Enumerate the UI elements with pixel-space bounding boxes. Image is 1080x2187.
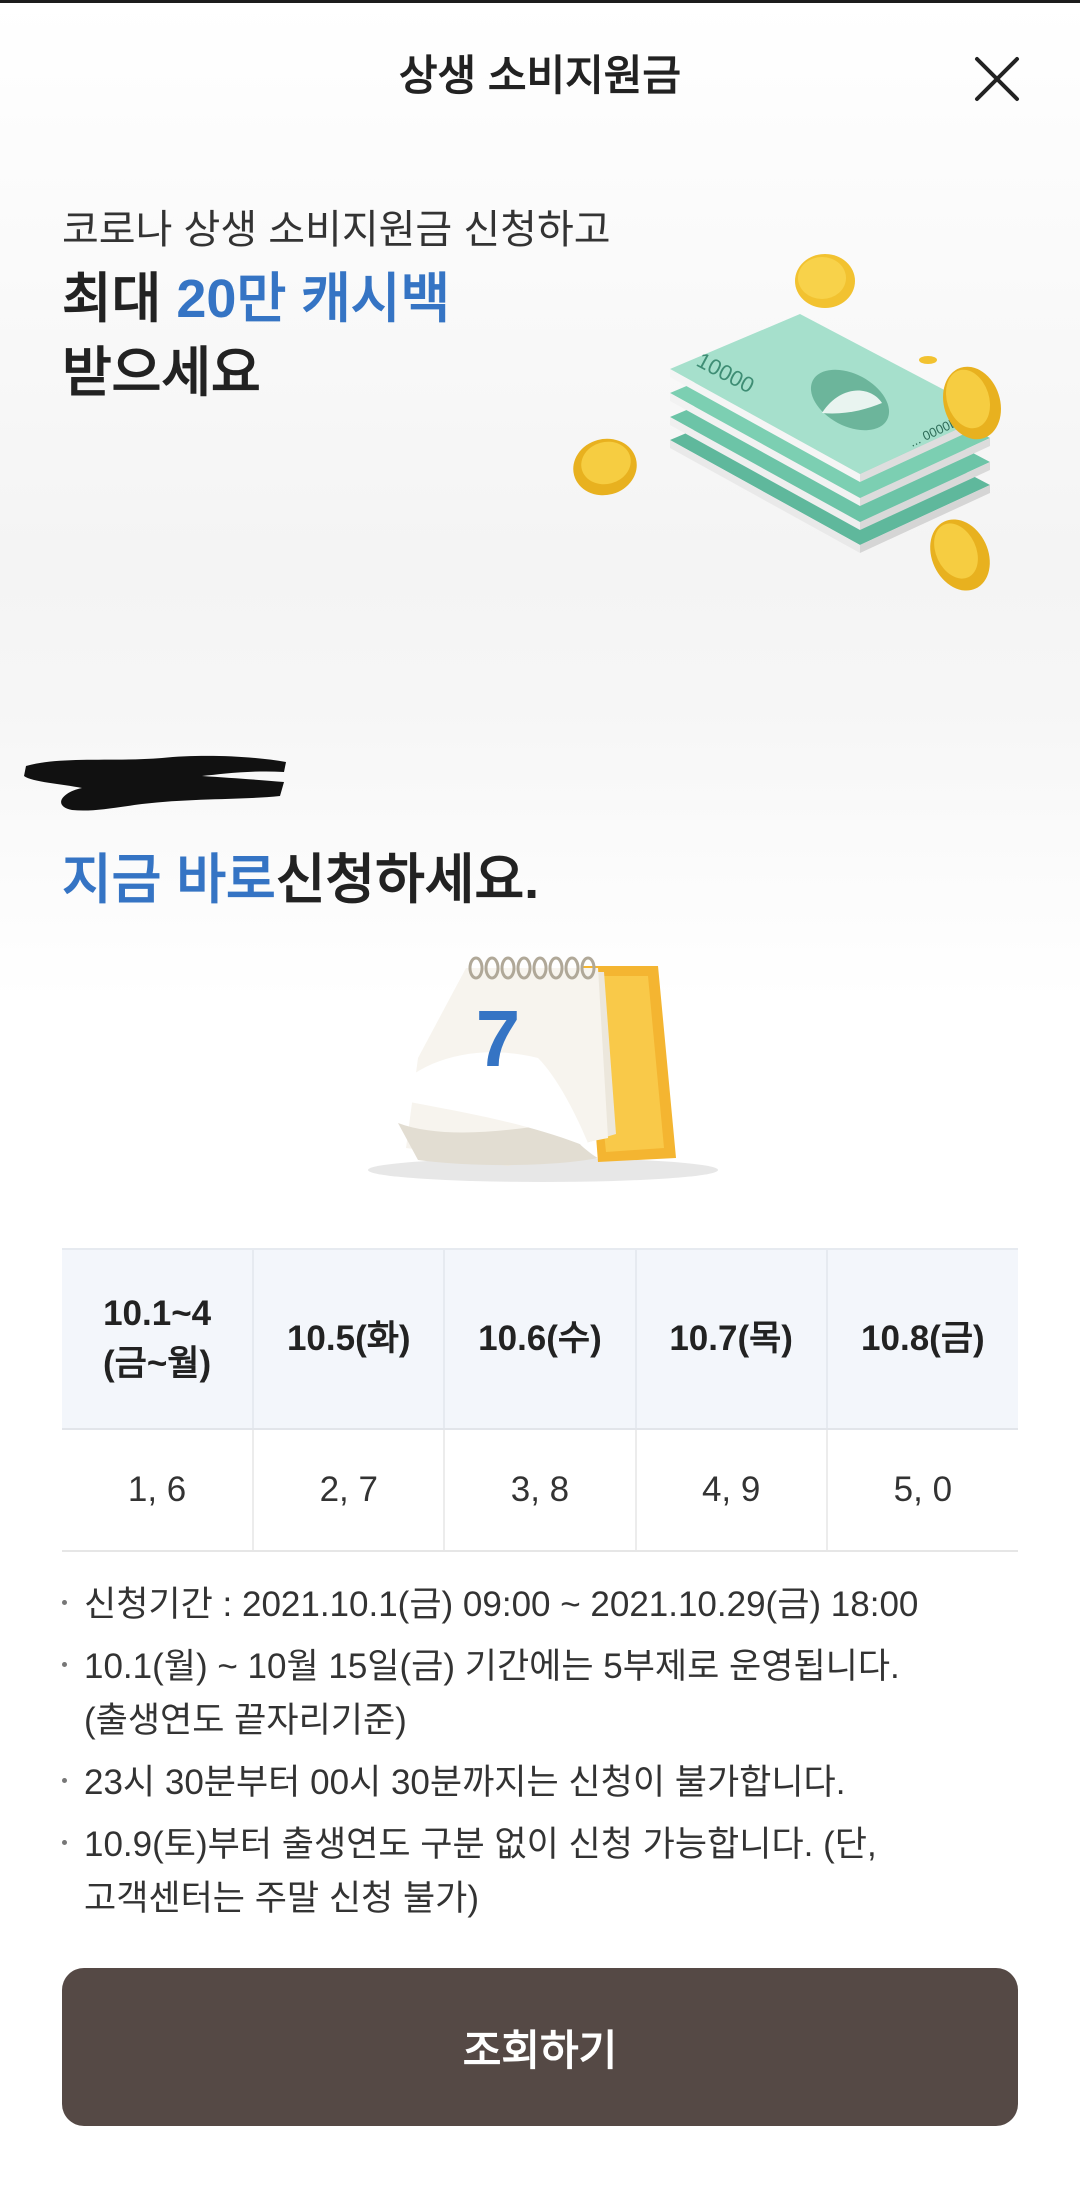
notice-subtext: (출생연도 끝자리기준) — [84, 1701, 407, 1740]
notice-text: 23시 30분부터 00시 30분까지는 신청이 불가합니다. — [84, 1763, 846, 1802]
notice-text: 신청기간 : 2021.10.1(금) 09:00 ~ 2021.10.29(금… — [84, 1585, 919, 1624]
page-title: 상생 소비지원금 — [398, 52, 682, 99]
close-button[interactable] — [968, 50, 1026, 108]
intro-headline-end: 받으세요 — [62, 343, 261, 403]
intro-subtitle: 코로나 상생 소비지원금 신청하고 — [62, 208, 611, 252]
notice-list: 신청기간 : 2021.10.1(금) 09:00 ~ 2021.10.29(금… — [62, 1578, 1032, 1934]
status-divider — [0, 0, 1080, 3]
notice-item: 23시 30분부터 00시 30분까지는 신청이 불가합니다. — [62, 1756, 1032, 1810]
calendar-icon: 7 — [368, 956, 718, 1182]
redacted-text — [24, 755, 286, 811]
notice-item: 10.1(월) ~ 10월 15일(금) 기간에는 5부제로 운영됩니다. (출생… — [62, 1640, 1032, 1748]
birth-year-digits: 3, 8 — [444, 1429, 637, 1552]
schedule-date: 10.6(수) — [478, 1319, 602, 1358]
notice-item: 신청기간 : 2021.10.1(금) 09:00 ~ 2021.10.29(금… — [62, 1578, 1032, 1632]
apply-now-highlight: 지금 바로 — [62, 850, 276, 910]
calendar-day: 7 — [476, 994, 521, 1083]
intro-block: 코로나 상생 소비지원금 신청하고 최대 20만 캐시백 받으세요 — [62, 200, 611, 408]
intro-headline-highlight: 20만 캐시백 — [176, 269, 451, 329]
intro-headline-prefix: 최대 — [62, 269, 177, 329]
page: 상생 소비지원금 코로나 상생 소비지원금 신청하고 최대 20만 캐시백 받으… — [0, 0, 1080, 2187]
birth-year-digits: 5, 0 — [826, 1429, 1018, 1552]
schedule-date: 10.1~4 — [103, 1294, 212, 1333]
notice-item: 10.9(토)부터 출생연도 구분 없이 신청 가능합니다. (단, 고객센터는 … — [62, 1818, 1032, 1926]
schedule-date: 10.5(화) — [286, 1319, 411, 1358]
schedule-header-cell: 10.8(금) — [826, 1248, 1018, 1430]
coin-icon — [795, 254, 855, 308]
notice-text: 10.1(월) ~ 10월 15일(금) 기간에는 5부제로 운영됩니다. — [84, 1647, 900, 1686]
schedule-table: 10.1~4 (금~월) 10.5(화) 10.6(수) 10.7(목) 10.8… — [62, 1248, 1018, 1552]
schedule-date: 10.7(목) — [669, 1319, 793, 1358]
notice-subtext: 고객센터는 주말 신청 불가) — [84, 1879, 480, 1918]
birth-year-digits: 1, 6 — [62, 1429, 255, 1552]
birth-year-digits: 2, 7 — [253, 1429, 446, 1552]
schedule-header-cell: 10.6(수) — [444, 1248, 637, 1430]
birth-year-digits: 4, 9 — [635, 1429, 828, 1552]
schedule-digits-row: 1, 6 2, 7 3, 8 4, 9 5, 0 — [62, 1429, 1018, 1552]
lookup-button[interactable]: 조회하기 — [62, 1968, 1018, 2126]
apply-now-text: 신청하세요. — [275, 850, 540, 910]
schedule-header-cell: 10.5(화) — [253, 1248, 446, 1430]
schedule-header-cell: 10.7(목) — [635, 1248, 828, 1430]
apply-now-heading: 지금 바로신청하세요. — [62, 835, 539, 914]
banknote-stack-icon: 10000 ... 0000L — [670, 314, 990, 553]
schedule-header-row: 10.1~4 (금~월) 10.5(화) 10.6(수) 10.7(목) 10.8… — [62, 1248, 1018, 1430]
cash-coins-illustration: 10000 ... 0000L — [573, 254, 1001, 591]
close-icon — [975, 57, 1019, 101]
schedule-day-range: (금~월) — [103, 1344, 212, 1383]
intro-headline: 최대 20만 캐시백 — [62, 260, 611, 338]
coin-fleck-icon — [919, 356, 937, 364]
coin-icon — [573, 438, 637, 496]
schedule-date: 10.8(금) — [861, 1319, 985, 1358]
coin-icon — [930, 519, 990, 591]
notice-text: 10.9(토)부터 출생연도 구분 없이 신청 가능합니다. (단, — [84, 1825, 877, 1864]
schedule-header-cell: 10.1~4 (금~월) — [62, 1248, 255, 1430]
